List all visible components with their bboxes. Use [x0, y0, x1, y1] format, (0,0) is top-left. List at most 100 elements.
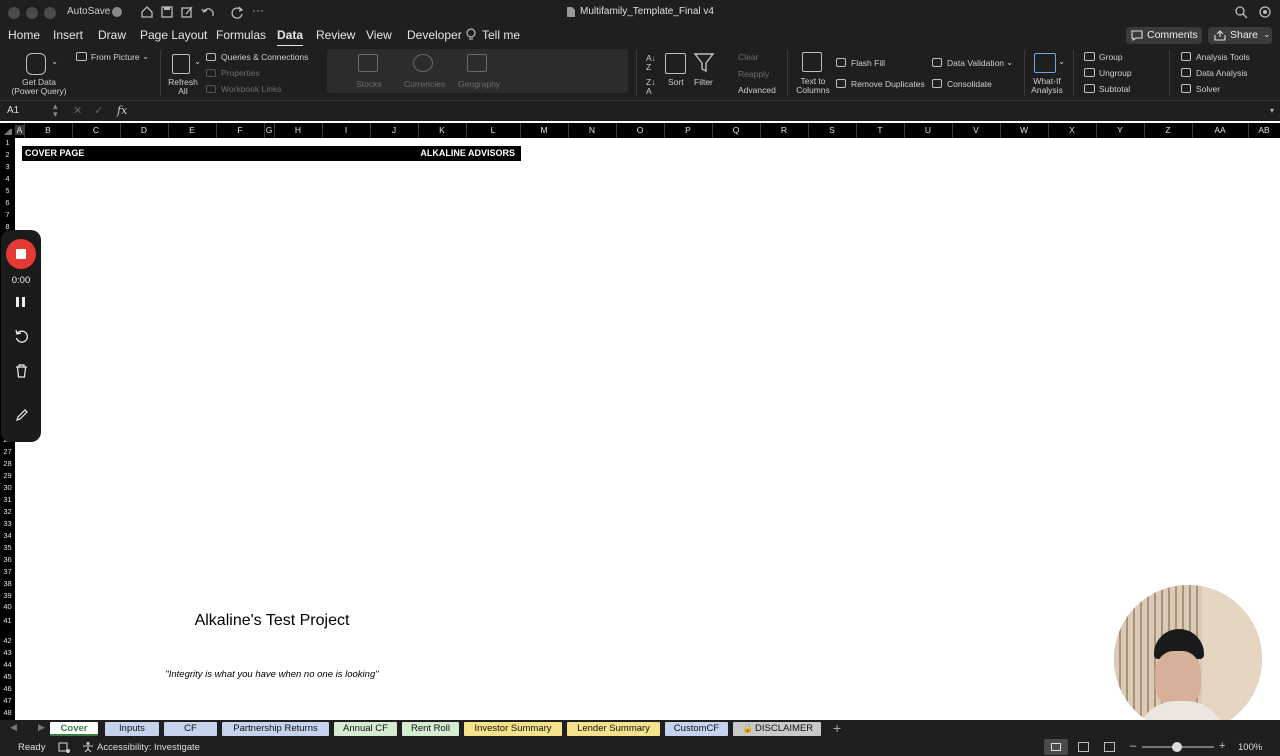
- workbook-links-button[interactable]: Workbook Links: [221, 84, 281, 94]
- stocks-button[interactable]: Stocks: [356, 79, 382, 89]
- column-header[interactable]: V: [952, 125, 1000, 135]
- column-header[interactable]: J: [370, 125, 418, 135]
- pencil-icon[interactable]: [15, 408, 29, 422]
- properties-button[interactable]: Properties: [221, 68, 260, 78]
- row-header[interactable]: 30: [0, 483, 15, 492]
- redo-icon[interactable]: [230, 5, 244, 19]
- scroll-tabs-right-icon[interactable]: ▶: [38, 722, 45, 733]
- column-header[interactable]: N: [568, 125, 616, 135]
- row-header[interactable]: 4: [0, 174, 15, 183]
- sheet-tab-customcf[interactable]: CustomCF: [665, 722, 728, 736]
- sheet-tab-annual-cf[interactable]: Annual CF: [334, 722, 397, 736]
- zoom-level[interactable]: 100%: [1238, 742, 1262, 753]
- close-window-button[interactable]: [8, 7, 20, 19]
- row-header[interactable]: 6: [0, 198, 15, 207]
- column-header[interactable]: P: [664, 125, 712, 135]
- zoom-out-button[interactable]: –: [1130, 740, 1136, 752]
- row-header[interactable]: 31: [0, 495, 15, 504]
- tab-data[interactable]: Data: [277, 28, 304, 47]
- sheet-tab-lender-summary[interactable]: Lender Summary: [567, 722, 660, 736]
- column-header[interactable]: W: [1000, 125, 1048, 135]
- trash-icon[interactable]: [15, 364, 28, 378]
- row-header[interactable]: 44: [0, 660, 15, 669]
- consolidate-button[interactable]: Consolidate: [947, 79, 992, 89]
- row-header[interactable]: 48: [0, 708, 15, 717]
- search-icon[interactable]: [1234, 5, 1248, 19]
- column-header[interactable]: S: [808, 125, 856, 135]
- sort-az-icon[interactable]: A↓ Z: [646, 54, 656, 72]
- row-header[interactable]: 36: [0, 555, 15, 564]
- column-header[interactable]: L: [466, 125, 520, 135]
- page-break-view-icon[interactable]: [1104, 742, 1115, 752]
- sheet-tab-cover[interactable]: Cover: [50, 722, 98, 736]
- get-data-button[interactable]: Get Data (Power Query): [8, 78, 70, 96]
- sheet-grid[interactable]: [15, 138, 1280, 720]
- tab-home[interactable]: Home: [8, 28, 40, 42]
- row-header[interactable]: 42: [0, 636, 15, 645]
- column-header[interactable]: T: [856, 125, 904, 135]
- filter-button[interactable]: Filter: [694, 77, 713, 87]
- queries-connections-button[interactable]: Queries & Connections: [221, 52, 308, 62]
- zoom-window-button[interactable]: [44, 7, 56, 19]
- currencies-button[interactable]: Currencies: [404, 79, 445, 89]
- sheet-tab-rent-roll[interactable]: Rent Roll: [402, 722, 459, 736]
- row-header[interactable]: 33: [0, 519, 15, 528]
- home-icon[interactable]: [140, 5, 154, 19]
- sort-button[interactable]: Sort: [668, 77, 684, 87]
- row-header[interactable]: 32: [0, 507, 15, 516]
- sort-za-icon[interactable]: Z↓ A: [646, 78, 655, 96]
- column-header[interactable]: E: [168, 125, 216, 135]
- what-if-analysis-button[interactable]: What-If Analysis: [1030, 77, 1064, 95]
- group-button[interactable]: Group: [1099, 52, 1123, 62]
- data-validation-button[interactable]: Data Validation: [947, 58, 1004, 68]
- sheet-tab-investor-summary[interactable]: Investor Summary: [464, 722, 562, 736]
- column-header[interactable]: O: [616, 125, 664, 135]
- sheet-tab-partnership-returns[interactable]: Partnership Returns: [222, 722, 329, 736]
- row-header[interactable]: 38: [0, 579, 15, 588]
- column-header[interactable]: M: [520, 125, 568, 135]
- stop-recording-button[interactable]: [6, 239, 36, 269]
- restart-icon[interactable]: [14, 329, 29, 344]
- name-box-stepper-icon[interactable]: ▴ ▾: [53, 102, 58, 119]
- expand-formula-icon[interactable]: ▾: [1270, 106, 1274, 115]
- tab-developer[interactable]: Developer: [407, 28, 462, 42]
- row-header[interactable]: 46: [0, 684, 15, 693]
- column-header[interactable]: A: [15, 125, 24, 135]
- text-to-columns-button[interactable]: Text to Columns: [796, 77, 830, 95]
- scroll-tabs-left-icon[interactable]: ◀: [10, 722, 17, 733]
- row-header[interactable]: 35: [0, 543, 15, 552]
- data-analysis-button[interactable]: Data Analysis: [1196, 68, 1248, 78]
- save-icon[interactable]: [160, 5, 174, 19]
- tab-formulas[interactable]: Formulas: [216, 28, 266, 42]
- column-header[interactable]: G: [264, 125, 274, 135]
- formula-input[interactable]: [133, 103, 1267, 118]
- column-header[interactable]: R: [760, 125, 808, 135]
- refresh-all-button[interactable]: Refresh All: [168, 78, 198, 96]
- row-header[interactable]: 1: [0, 138, 15, 147]
- reapply-button[interactable]: Reapply: [738, 69, 769, 79]
- column-header[interactable]: B: [24, 125, 72, 135]
- row-header[interactable]: 40: [0, 602, 15, 611]
- solver-button[interactable]: Solver: [1196, 84, 1220, 94]
- tell-me-search[interactable]: Tell me: [482, 28, 520, 42]
- minimize-window-button[interactable]: [26, 7, 38, 19]
- profile-settings-icon[interactable]: [1258, 5, 1272, 19]
- tab-view[interactable]: View: [366, 28, 392, 42]
- column-header[interactable]: Q: [712, 125, 760, 135]
- row-header[interactable]: 28: [0, 459, 15, 468]
- tab-draw[interactable]: Draw: [98, 28, 126, 42]
- name-box[interactable]: A1: [7, 105, 19, 116]
- row-header[interactable]: 37: [0, 567, 15, 576]
- clear-button[interactable]: Clear: [738, 52, 758, 62]
- row-header[interactable]: 39: [0, 591, 15, 600]
- from-picture-button[interactable]: From Picture: [91, 52, 140, 62]
- select-all-button[interactable]: [4, 127, 12, 135]
- column-header[interactable]: H: [274, 125, 322, 135]
- sheet-tab-cf[interactable]: CF: [164, 722, 217, 736]
- row-header[interactable]: 27: [0, 447, 15, 456]
- add-sheet-button[interactable]: +: [833, 720, 841, 736]
- remove-duplicates-button[interactable]: Remove Duplicates: [851, 79, 925, 89]
- row-header[interactable]: 5: [0, 186, 15, 195]
- column-header[interactable]: C: [72, 125, 120, 135]
- accessibility-status[interactable]: Accessibility: Investigate: [97, 742, 200, 753]
